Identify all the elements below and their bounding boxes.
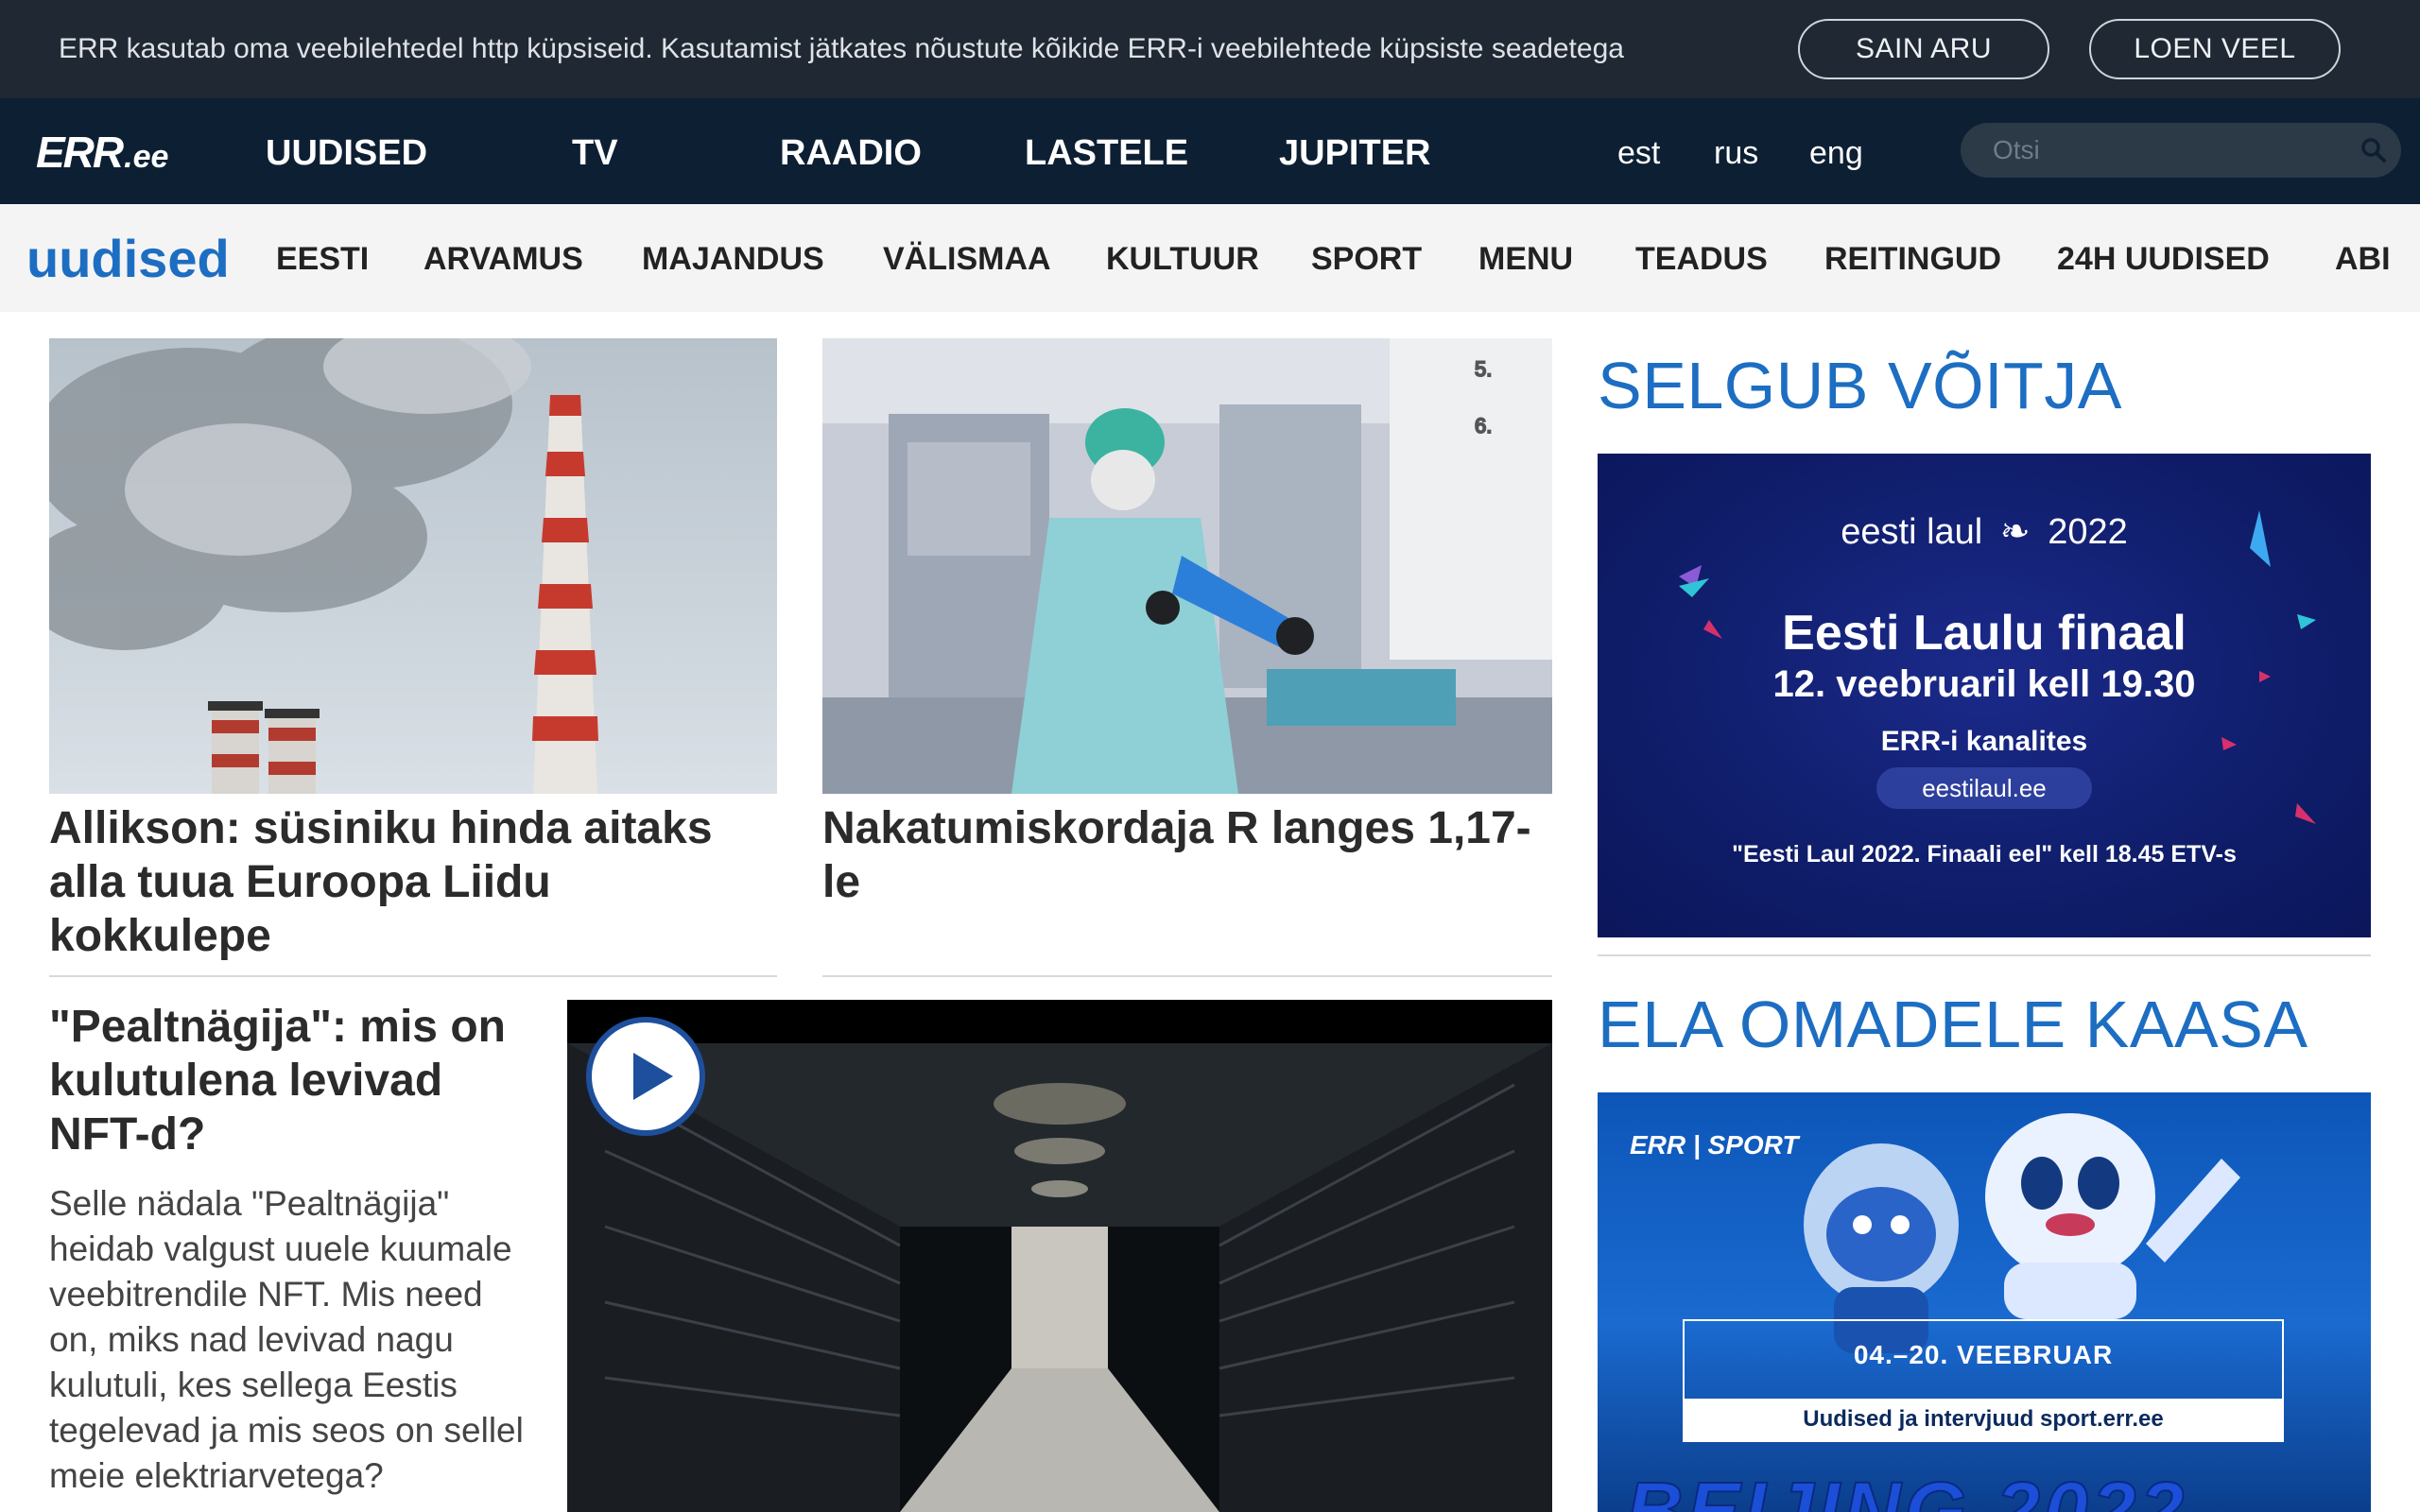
section-item-teadus[interactable]: TEADUS <box>1635 240 1768 278</box>
lang-eng[interactable]: eng <box>1809 134 1863 172</box>
search-box <box>1961 123 2401 178</box>
section-item-kultuur[interactable]: KULTUUR <box>1106 240 1259 278</box>
cookie-more-button[interactable]: LOEN VEEL <box>2089 19 2341 79</box>
err-sport-beijing-banner[interactable]: ERR | SPORT 04.–20. VEEBRUAR Uudised ja … <box>1598 1092 2371 1512</box>
ad-note: "Eesti Laul 2022. Finaali eel" kell 18.4… <box>1732 841 2237 868</box>
ad-url[interactable]: eestilaul.ee <box>1876 767 2092 809</box>
section-item-abi[interactable]: ABI <box>2335 240 2391 278</box>
lang-rus[interactable]: rus <box>1714 134 1758 172</box>
cookie-accept-button[interactable]: SAIN ARU <box>1798 19 2049 79</box>
section-brand[interactable]: uudised <box>26 231 230 287</box>
divider <box>822 975 1552 977</box>
logo-suffix: .ee <box>124 139 169 175</box>
ad-date: 12. veebruaril kell 19.30 <box>1772 663 2196 705</box>
article-lead: Selle nädala "Pealtnägija" heidab valgus… <box>49 1184 524 1495</box>
nav-item-lastele[interactable]: LASTELE <box>1025 132 1188 174</box>
nav-item-raadio[interactable]: RAADIO <box>780 132 922 174</box>
section-item-menu[interactable]: MENU <box>1478 240 1573 278</box>
server-room-illustration <box>567 1000 1552 1512</box>
svg-text:5.: 5. <box>1475 357 1492 381</box>
cookie-banner: ERR kasutab oma veebilehtedel http küpsi… <box>0 0 2420 98</box>
section-item-sport[interactable]: SPORT <box>1311 240 1422 278</box>
logo-main: ERR <box>36 128 124 177</box>
section-item-arvamus[interactable]: ARVAMUS <box>424 240 583 278</box>
beijing-wordmark: BEIJING 2022 <box>1625 1465 2188 1512</box>
search-icon[interactable] <box>2360 136 2388 164</box>
nav-item-tv[interactable]: TV <box>572 132 618 174</box>
section-item-eesti[interactable]: EESTI <box>276 240 369 278</box>
divider <box>1598 954 2371 956</box>
ad-dates: 04.–20. VEEBRUAR <box>1853 1340 2114 1369</box>
ad-brandline: eesti laul ❧ 2022 <box>1598 510 2371 553</box>
article-headline[interactable]: Nakatumiskordaja R langes 1,17-le <box>822 801 1552 909</box>
nav-item-uudised[interactable]: UUDISED <box>266 132 427 174</box>
play-icon <box>633 1053 673 1100</box>
ad-title: Eesti Laulu finaal <box>1782 606 2187 661</box>
section-item-valismaa[interactable]: VÄLISMAA <box>883 240 1051 278</box>
divider <box>49 975 777 977</box>
search-input[interactable] <box>1991 132 2350 168</box>
article-headline[interactable]: "Pealtnägija": mis on kulutulena levivad… <box>49 1000 550 1161</box>
err-logo[interactable]: ERR .ee <box>36 127 169 177</box>
section-item-majandus[interactable]: MAJANDUS <box>642 240 824 278</box>
svg-text:6.: 6. <box>1475 414 1492 438</box>
cookie-message: ERR kasutab oma veebilehtedel http küpsi… <box>59 33 1624 64</box>
article-image-smokestacks[interactable] <box>49 338 777 794</box>
video-play-button[interactable] <box>586 1017 705 1136</box>
swallow-icon: ❧ <box>1999 512 2031 552</box>
article-video-image-server-room[interactable] <box>567 1000 1552 1512</box>
smokestack-illustration <box>49 338 777 794</box>
article-image-hospital[interactable]: 5. 6. <box>822 338 1552 794</box>
hospital-illustration: 5. 6. <box>822 338 1552 794</box>
nav-item-jupiter[interactable]: JUPITER <box>1279 132 1430 174</box>
ad-brand: eesti laul <box>1841 512 1983 552</box>
top-navigation: ERR .ee UUDISED TV RAADIO LASTELE JUPITE… <box>0 98 2420 204</box>
ad-year: 2022 <box>2048 512 2128 552</box>
section-item-reitingud[interactable]: REITINGUD <box>1824 240 2001 278</box>
section-item-24h-uudised[interactable]: 24H UUDISED <box>2057 240 2270 278</box>
eesti-laul-banner[interactable]: eesti laul ❧ 2022 Eesti Laulu finaal 12.… <box>1598 454 2371 937</box>
ad-channels: ERR-i kanalites <box>1880 726 2088 757</box>
sidebar-section-title: ELA OMADELE KAASA <box>1598 988 2308 1061</box>
section-navigation: uudised EESTI ARVAMUS MAJANDUS VÄLISMAA … <box>0 204 2420 312</box>
err-sport-logo: ERR | SPORT <box>1630 1130 1799 1160</box>
article-headline[interactable]: Allikson: süsiniku hinda aitaks alla tuu… <box>49 801 768 963</box>
ad-note: Uudised ja intervjuud sport.err.ee <box>1685 1399 2282 1440</box>
sidebar-section-title: SELGUB VÕITJA <box>1598 349 2122 422</box>
lang-est[interactable]: est <box>1617 134 1660 172</box>
